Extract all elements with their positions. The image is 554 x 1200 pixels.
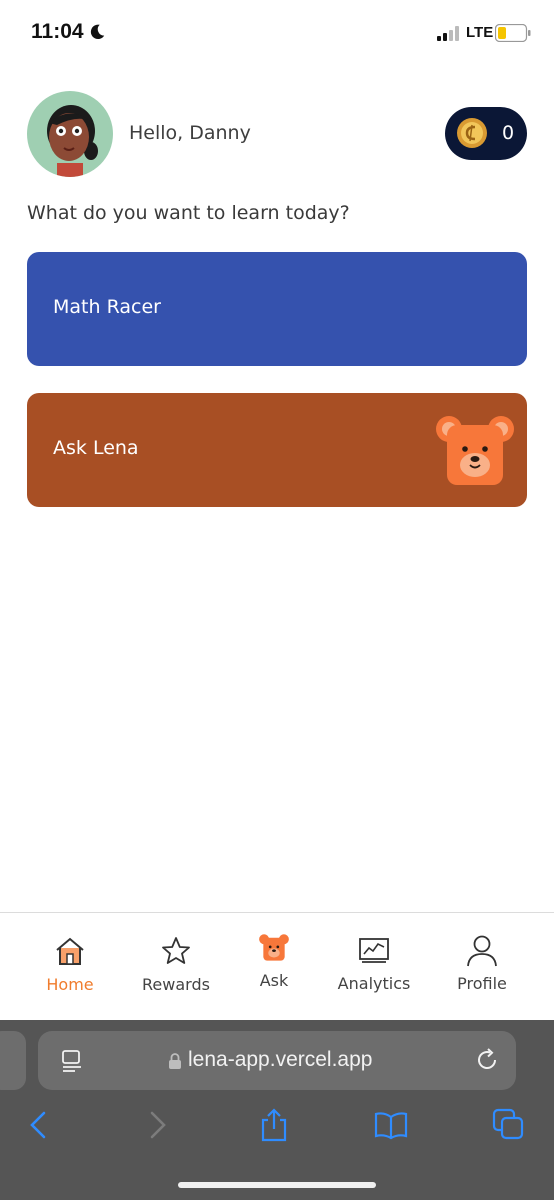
status-time: 11:04 [31, 20, 84, 43]
status-bar: 11:04 LTE [0, 0, 554, 66]
share-icon[interactable] [257, 1108, 291, 1142]
tab-ask[interactable]: Ask [224, 913, 324, 1021]
person-icon [467, 935, 497, 967]
bear-icon [436, 416, 514, 485]
greeting-text: Hello, Danny [129, 122, 251, 144]
lock-icon [169, 1053, 181, 1069]
coin-count: 0 [502, 122, 515, 144]
tabs-icon[interactable] [492, 1108, 526, 1142]
prompt-text: What do you want to learn today? [27, 202, 350, 224]
tab-analytics[interactable]: Analytics [324, 913, 424, 1021]
card-label: Ask Lena [53, 437, 139, 459]
url-text: lena-app.vercel.app [188, 1048, 373, 1071]
coin-balance-button[interactable]: 0 [445, 107, 527, 160]
reload-icon[interactable] [475, 1048, 499, 1072]
browser-toolbar: lena-app.vercel.app [0, 1020, 554, 1200]
card-label: Math Racer [53, 296, 161, 318]
tab-label: Analytics [337, 974, 411, 993]
network-label: LTE [466, 24, 494, 41]
battery-icon [495, 24, 531, 42]
bear-icon [259, 934, 289, 961]
signal-icon [437, 26, 459, 41]
ask-lena-card[interactable]: Ask Lena [27, 393, 527, 507]
avatar-illustration [47, 105, 98, 177]
coin-icon [457, 118, 487, 148]
star-icon [162, 937, 190, 964]
tab-label: Home [46, 975, 94, 994]
bookmarks-icon[interactable] [374, 1108, 408, 1142]
moon-icon [90, 24, 105, 40]
reader-icon[interactable] [61, 1049, 83, 1073]
tab-label: Ask [259, 971, 289, 990]
avatar[interactable] [27, 91, 113, 177]
analytics-icon [359, 938, 389, 963]
back-icon[interactable] [22, 1108, 56, 1142]
tab-profile[interactable]: Profile [432, 913, 532, 1021]
math-racer-card[interactable]: Math Racer [27, 252, 527, 366]
tab-rewards[interactable]: Rewards [126, 913, 226, 1021]
forward-icon[interactable] [140, 1108, 174, 1142]
tab-label: Rewards [142, 975, 210, 994]
house-icon [56, 937, 84, 965]
address-bar[interactable]: lena-app.vercel.app [38, 1031, 516, 1090]
tab-home[interactable]: Home [20, 913, 120, 1021]
previous-tab-preview[interactable] [0, 1031, 26, 1090]
tab-label: Profile [457, 974, 507, 993]
home-indicator[interactable] [178, 1182, 376, 1188]
bottom-tab-bar: Home Rewards Ask Analytics Profile [0, 912, 554, 1021]
